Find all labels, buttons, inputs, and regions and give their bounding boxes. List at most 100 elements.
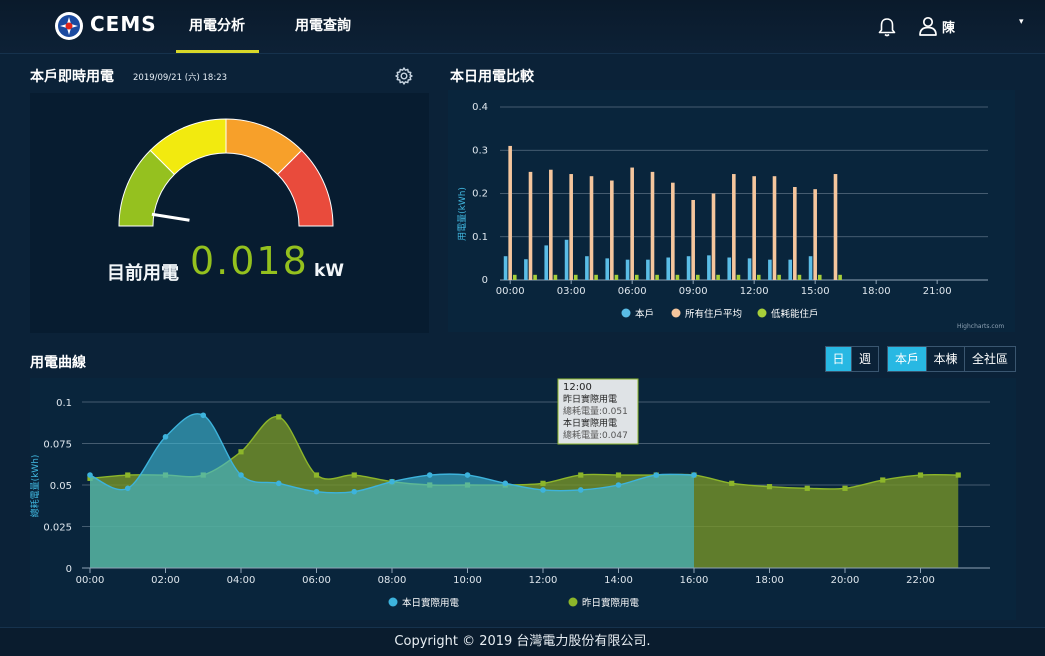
bar-y-tick: 0.3 xyxy=(472,145,488,156)
scope-household-button[interactable]: 本戶 xyxy=(888,347,927,371)
bar-mark xyxy=(671,182,675,280)
bar-mark xyxy=(650,171,655,280)
curve-x-tick: 12:00 xyxy=(529,575,558,586)
gauge-needle xyxy=(151,212,190,222)
bar-mark xyxy=(666,257,671,280)
curve-title: 用電曲線 xyxy=(30,355,86,371)
bell-icon[interactable] xyxy=(876,16,898,38)
compare-title: 本日用電比較 xyxy=(450,69,534,85)
bar-mark xyxy=(533,274,537,280)
bar-mark xyxy=(768,259,772,280)
bar-mark xyxy=(634,274,639,280)
active-tab-indicator xyxy=(176,50,259,53)
curve-point xyxy=(729,480,735,486)
bar-mark xyxy=(813,189,817,280)
curve-point xyxy=(389,478,395,485)
curve-x-tick: 16:00 xyxy=(680,575,709,586)
period-day-button[interactable]: 日 xyxy=(826,347,852,371)
bar-y-tick: 0.2 xyxy=(472,189,488,200)
realtime-timestamp: 2019/09/21 (六) 18:23 xyxy=(133,73,228,83)
bar-y-axis-label: 用電量(kWh) xyxy=(457,187,468,241)
curve-point xyxy=(313,472,320,478)
curve-point xyxy=(540,480,546,486)
curve-point xyxy=(955,472,961,478)
bar-mark xyxy=(503,256,508,280)
curve-point xyxy=(842,485,848,491)
nav-tab-analysis[interactable]: 用電分析 xyxy=(189,15,245,35)
bar-x-tick: 00:00 xyxy=(496,286,525,297)
curve-point xyxy=(464,472,471,478)
bar-mark xyxy=(716,274,720,280)
usage-curve-chart: 0 0.025 0.05 0.075 0.1 總耗電量(kWh) 00:00 02:00 04:… xyxy=(29,378,990,609)
taipower-logo[interactable] xyxy=(54,11,84,41)
bar-x-tick: 15:00 xyxy=(801,286,830,297)
curve-point xyxy=(238,472,244,478)
bar-x-tick: 09:00 xyxy=(679,286,708,297)
curve-point xyxy=(917,472,924,478)
current-usage-unit: kW xyxy=(314,261,345,281)
bar-mark xyxy=(564,239,569,280)
bar-mark xyxy=(838,274,842,280)
curve-y-tick: 0.025 xyxy=(43,523,72,534)
legend-label: 本日實際用電 xyxy=(402,597,460,609)
bar-mark xyxy=(691,199,695,280)
user-name[interactable]: 陳 xyxy=(942,17,955,36)
curve-point xyxy=(691,472,697,478)
curve-point xyxy=(313,488,320,495)
chevron-down-icon[interactable]: ▾ xyxy=(1019,17,1024,27)
curve-x-tick: 04:00 xyxy=(227,575,256,586)
scope-community-button[interactable]: 全社區 xyxy=(965,347,1015,371)
top-navbar: CEMS 用電分析 用電查詢 陳 ▾ xyxy=(0,0,1045,54)
highcharts-credit: Highcharts.com xyxy=(957,323,1004,330)
user-icon[interactable] xyxy=(917,15,939,37)
curve-x-tick: 20:00 xyxy=(831,575,860,586)
bar-mark xyxy=(544,245,549,280)
curve-x-tick: 18:00 xyxy=(755,575,784,586)
gear-icon[interactable] xyxy=(394,66,414,86)
bar-mark xyxy=(614,274,619,280)
bar-mark xyxy=(589,176,594,280)
curve-x-tick: 06:00 xyxy=(302,575,331,586)
scope-building-button[interactable]: 本棟 xyxy=(927,347,965,371)
footer-copyright: Copyright © 2019 台灣電力股份有限公司. xyxy=(0,627,1045,656)
bar-mark xyxy=(686,256,691,280)
curve-point xyxy=(162,434,169,440)
bar-y-tick: 0 xyxy=(482,275,488,286)
curve-x-tick: 14:00 xyxy=(604,575,633,586)
realtime-gauge-panel: 目前用電 0.018 kW xyxy=(30,93,429,333)
bar-mark xyxy=(549,169,553,280)
curve-point xyxy=(578,472,584,478)
bar-mark xyxy=(528,171,533,280)
legend-label: 昨日實際用電 xyxy=(582,597,640,609)
bar-mark xyxy=(605,258,610,280)
period-toggle: 日 週 xyxy=(825,346,879,372)
bar-mark xyxy=(695,274,700,280)
bar-mark xyxy=(524,259,528,280)
curve-y-tick: 0.075 xyxy=(43,440,72,451)
curve-point xyxy=(766,484,773,490)
curve-x-tick: 00:00 xyxy=(76,575,105,586)
scope-toggle: 本戶 本棟 全社區 xyxy=(887,346,1016,372)
bar-y-tick: 0.1 xyxy=(472,232,488,243)
period-week-button[interactable]: 週 xyxy=(852,347,878,371)
bar-mark xyxy=(711,193,716,280)
bar-mark xyxy=(630,167,634,280)
tooltip-line: 本日實際用電 xyxy=(563,417,617,429)
brand-name[interactable]: CEMS xyxy=(90,12,157,36)
curve-point xyxy=(880,477,886,483)
curve-point xyxy=(653,472,660,478)
curve-point xyxy=(238,449,244,455)
curve-y-axis-label: 總耗電量(kWh) xyxy=(30,455,41,518)
bar-y-tick: 0.4 xyxy=(472,102,488,113)
legend-marker xyxy=(621,308,631,318)
tooltip-line: 昨日實際用電 xyxy=(563,393,617,405)
bar-mark xyxy=(594,274,598,280)
compare-bar-chart: 0 0.1 0.2 0.3 0.4 用電量(kWh) 00:00 03:00 06:00 09:0… xyxy=(457,102,1004,330)
bar-mark xyxy=(727,257,732,280)
nav-tab-query[interactable]: 用電查詢 xyxy=(295,15,351,35)
curve-point xyxy=(351,472,357,478)
bar-mark xyxy=(553,274,558,280)
bar-mark xyxy=(512,274,517,280)
bar-mark xyxy=(625,259,630,280)
curve-y-tick: 0 xyxy=(66,564,72,575)
